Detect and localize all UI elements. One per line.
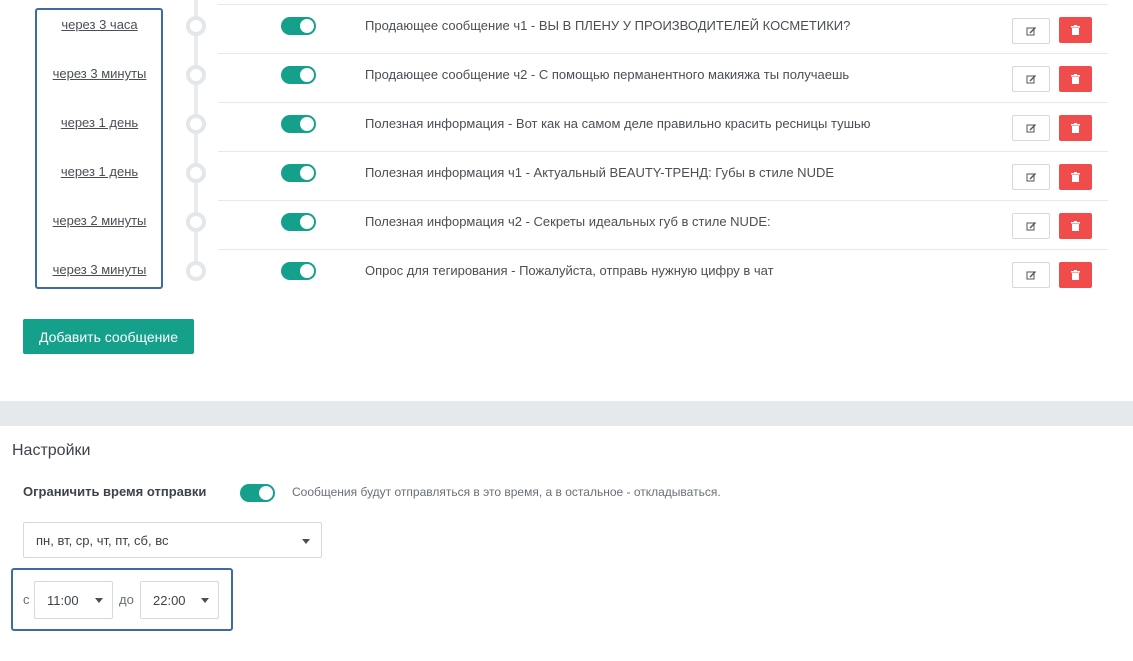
to-label: до bbox=[119, 592, 134, 607]
message-toggle[interactable] bbox=[281, 262, 316, 280]
message-title: Продающее сообщение ч2 - С помощью перма… bbox=[365, 67, 850, 82]
edit-button[interactable] bbox=[1012, 164, 1050, 190]
delete-button[interactable] bbox=[1059, 17, 1092, 43]
edit-button[interactable] bbox=[1012, 66, 1050, 92]
pencil-edit-icon bbox=[1026, 123, 1036, 132]
toggle-knob bbox=[300, 166, 314, 180]
caret-down-icon bbox=[95, 598, 103, 603]
message-row: через 3 минуты Продающее сообщение ч2 - … bbox=[0, 53, 1133, 102]
limit-time-toggle[interactable] bbox=[240, 484, 275, 502]
trash-icon bbox=[1071, 270, 1080, 280]
delay-link[interactable]: через 1 день bbox=[36, 115, 163, 130]
toggle-knob bbox=[300, 117, 314, 131]
delay-link[interactable]: через 3 часа bbox=[36, 17, 163, 32]
toggle-knob bbox=[259, 486, 273, 500]
edit-button[interactable] bbox=[1012, 262, 1050, 288]
message-row: через 2 минуты Полезная информация ч2 - … bbox=[0, 200, 1133, 249]
delay-link[interactable]: через 3 минуты bbox=[36, 262, 163, 277]
row-divider bbox=[218, 53, 1108, 54]
message-toggle[interactable] bbox=[281, 17, 316, 35]
message-title: Полезная информация - Вот как на самом д… bbox=[365, 116, 871, 131]
caret-down-icon bbox=[302, 539, 310, 544]
message-title: Продающее сообщение ч1 - ВЫ В ПЛЕНУ У ПР… bbox=[365, 18, 851, 33]
toggle-knob bbox=[300, 68, 314, 82]
add-message-button[interactable]: Добавить сообщение bbox=[23, 319, 194, 354]
timeline-node bbox=[186, 114, 206, 134]
from-label: с bbox=[23, 592, 30, 607]
delay-link[interactable]: через 1 день bbox=[36, 164, 163, 179]
messages-panel: через 3 часа Продающее сообщение ч1 - ВЫ… bbox=[0, 0, 1133, 401]
message-row: через 1 день Полезная информация - Вот к… bbox=[0, 102, 1133, 151]
edit-button[interactable] bbox=[1012, 213, 1050, 239]
trash-icon bbox=[1071, 25, 1080, 35]
pencil-edit-icon bbox=[1026, 74, 1036, 83]
section-divider bbox=[0, 401, 1133, 426]
limit-time-label: Ограничить время отправки bbox=[23, 484, 207, 499]
from-time-select[interactable]: 11:00 bbox=[34, 581, 113, 619]
delete-button[interactable] bbox=[1059, 115, 1092, 141]
message-row: через 3 минуты Опрос для тегирования - П… bbox=[0, 249, 1133, 298]
delete-button[interactable] bbox=[1059, 66, 1092, 92]
row-divider bbox=[218, 249, 1108, 250]
days-select[interactable]: пн, вт, ср, чт, пт, сб, вс bbox=[23, 522, 322, 558]
pencil-edit-icon bbox=[1026, 26, 1036, 35]
trash-icon bbox=[1071, 123, 1080, 133]
caret-down-icon bbox=[201, 598, 209, 603]
from-time-value: 11:00 bbox=[47, 593, 79, 608]
row-divider bbox=[218, 200, 1108, 201]
toggle-knob bbox=[300, 215, 314, 229]
timeline-node bbox=[186, 212, 206, 232]
timeline-node bbox=[186, 163, 206, 183]
timeline-node bbox=[186, 16, 206, 36]
message-row: через 3 часа Продающее сообщение ч1 - ВЫ… bbox=[0, 4, 1133, 53]
row-divider bbox=[218, 151, 1108, 152]
edit-button[interactable] bbox=[1012, 115, 1050, 141]
to-time-select[interactable]: 22:00 bbox=[140, 581, 219, 619]
timeline-node bbox=[186, 261, 206, 281]
settings-title: Настройки bbox=[12, 442, 91, 459]
pencil-edit-icon bbox=[1026, 221, 1036, 230]
trash-icon bbox=[1071, 172, 1080, 182]
message-toggle[interactable] bbox=[281, 115, 316, 133]
toggle-knob bbox=[300, 19, 314, 33]
delete-button[interactable] bbox=[1059, 164, 1092, 190]
to-time-value: 22:00 bbox=[153, 593, 186, 608]
row-divider bbox=[218, 4, 1108, 5]
delay-link[interactable]: через 3 минуты bbox=[36, 66, 163, 81]
days-select-value: пн, вт, ср, чт, пт, сб, вс bbox=[36, 533, 169, 548]
delay-link[interactable]: через 2 минуты bbox=[36, 213, 163, 228]
delete-button[interactable] bbox=[1059, 262, 1092, 288]
toggle-knob bbox=[300, 264, 314, 278]
limit-time-note: Сообщения будут отправляться в это время… bbox=[292, 485, 721, 499]
message-toggle[interactable] bbox=[281, 213, 316, 231]
trash-icon bbox=[1071, 221, 1080, 231]
timeline-node bbox=[186, 65, 206, 85]
edit-button[interactable] bbox=[1012, 18, 1050, 44]
delete-button[interactable] bbox=[1059, 213, 1092, 239]
pencil-edit-icon bbox=[1026, 172, 1036, 181]
row-divider bbox=[218, 102, 1108, 103]
message-row: через 1 день Полезная информация ч1 - Ак… bbox=[0, 151, 1133, 200]
trash-icon bbox=[1071, 74, 1080, 84]
message-toggle[interactable] bbox=[281, 66, 316, 84]
message-title: Полезная информация ч2 - Секреты идеальн… bbox=[365, 214, 771, 229]
pencil-edit-icon bbox=[1026, 270, 1036, 279]
message-toggle[interactable] bbox=[281, 164, 316, 182]
message-title: Опрос для тегирования - Пожалуйста, отпр… bbox=[365, 263, 774, 278]
message-title: Полезная информация ч1 - Актуальный BEAU… bbox=[365, 165, 835, 180]
